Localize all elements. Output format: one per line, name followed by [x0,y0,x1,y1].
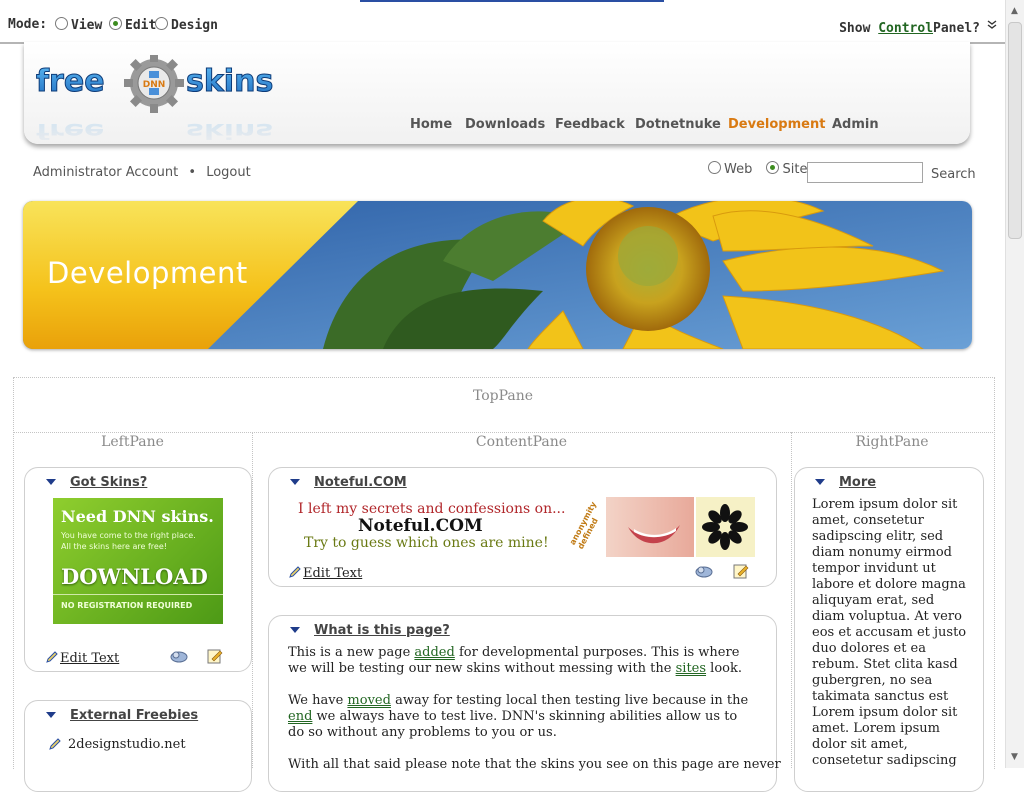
pencil-icon[interactable] [45,649,59,668]
nav-home[interactable]: Home [410,117,452,132]
search-input[interactable] [807,162,923,183]
mode-design-label: Design [171,18,218,33]
mode-view-label: View [71,18,103,33]
collapse-triangle-icon[interactable] [46,479,56,485]
pane-separator-right [791,432,792,768]
what-paragraph-2: We have moved away for testing local the… [288,693,749,740]
ad-divider [53,594,223,595]
download-ad-banner[interactable]: Need DNN skins. You have come to the rig… [53,498,223,624]
noteful-title[interactable]: Noteful.COM [314,475,407,490]
user-links: Administrator Account • Logout [33,165,251,180]
nav-downloads[interactable]: Downloads [465,117,545,132]
search-button[interactable]: Search [931,167,976,182]
search-scope: Web Site [708,161,807,177]
pencil-icon[interactable] [288,564,302,583]
scroll-thumb[interactable] [1008,22,1022,239]
settings-icon[interactable] [170,648,188,668]
got-skins-title[interactable]: Got Skins? [70,475,147,490]
right-pane-title: RightPane [855,434,929,450]
logo-badge: DNN [143,80,166,90]
collapse-triangle-icon[interactable] [815,479,825,485]
mode-label: Mode: [8,17,48,32]
separator-dot: • [188,165,197,180]
nav-admin[interactable]: Admin [832,117,879,132]
edit-text-link[interactable]: Edit Text [303,566,362,581]
left-pane-title: LeftPane [101,434,164,450]
sites-link[interactable]: sites [676,661,706,676]
pane-separator-horizontal [13,432,993,433]
ad-line-1: You have come to the right place. [61,531,196,540]
ad-footer: NO REGISTRATION REQUIRED [61,601,193,610]
external-freebies-title[interactable]: External Freebies [70,708,198,723]
mode-design[interactable]: Design [155,17,218,33]
noteful-flower-icon [696,497,755,557]
radio-view-icon[interactable] [55,17,68,30]
lorem-text: Lorem ipsum dolor sit amet, consetetur s… [812,497,967,768]
notes-icon[interactable] [733,563,749,583]
top-tab-indicator [360,0,664,2]
edit-text-link[interactable]: Edit Text [60,651,119,666]
site-label: Site [782,162,808,177]
top-pane-title: TopPane [472,388,534,404]
notes-icon[interactable] [207,648,223,668]
mode-edit-label: Edit [125,18,157,33]
mode-edit[interactable]: Edit [109,17,156,33]
search-web-option[interactable]: Web [708,161,753,177]
collapse-triangle-icon[interactable] [290,479,300,485]
collapse-triangle-icon[interactable] [46,712,56,718]
ad-title: Need DNN skins. [61,507,214,526]
radio-edit-icon[interactable] [109,17,122,30]
pane-separator-left [252,432,253,768]
show-control-panel: Show ControlPanel? [839,21,980,36]
svg-text:skins: skins [186,64,273,99]
what-is-this-page-title[interactable]: What is this page? [314,623,450,638]
site-logo[interactable]: free skins free skins DNN [36,53,296,143]
ad-line-2: All the skins here are free! [61,542,167,551]
radio-site-icon[interactable] [766,161,780,174]
search-site-option[interactable]: Site [766,161,808,177]
banner-title: Development [47,256,248,290]
moved-link[interactable]: moved [347,693,391,708]
svg-text:free: free [36,119,105,140]
settings-icon[interactable] [695,563,713,583]
radio-web-icon[interactable] [708,161,721,174]
pencil-icon[interactable] [48,736,62,755]
mode-view[interactable]: View [55,17,102,33]
collapse-triangle-icon[interactable] [290,627,300,633]
noteful-line-2: Try to guess which ones are mine! [304,535,549,551]
added-link[interactable]: added [414,645,454,660]
nav-dotnetnuke[interactable]: Dotnetnuke [635,117,721,132]
nav-feedback[interactable]: Feedback [555,117,625,132]
control-panel-link[interactable]: Control [878,21,933,36]
end-link[interactable]: end [288,709,312,724]
web-label: Web [724,162,753,177]
noteful-line-1: I left my secrets and confessions on... [298,501,566,517]
nav-development[interactable]: Development [728,117,825,132]
panel-label: Panel? [933,21,980,36]
noteful-ad[interactable]: I left my secrets and confessions on... … [288,497,755,557]
show-label: Show [839,21,871,36]
noteful-brand: Noteful.COM [358,516,483,536]
svg-text:free: free [36,64,105,99]
what-paragraph-1: This is a new page added for development… [288,645,742,676]
administrator-account-link[interactable]: Administrator Account [33,165,178,180]
noteful-photo [606,497,694,557]
ad-download: DOWNLOAD [61,564,208,589]
freebie-link[interactable]: 2designstudio.net [68,737,186,752]
more-title[interactable]: More [839,475,876,490]
scroll-up-icon[interactable]: ▲ [1005,6,1024,20]
what-paragraph-3: With all that said please note that the … [288,757,781,772]
svg-text:skins: skins [186,119,273,140]
content-pane-title: ContentPane [475,434,568,450]
scroll-down-icon[interactable]: ▼ [1005,752,1024,766]
chevron-down-icon[interactable] [987,19,997,33]
logout-link[interactable]: Logout [206,165,251,180]
radio-design-icon[interactable] [155,17,168,30]
